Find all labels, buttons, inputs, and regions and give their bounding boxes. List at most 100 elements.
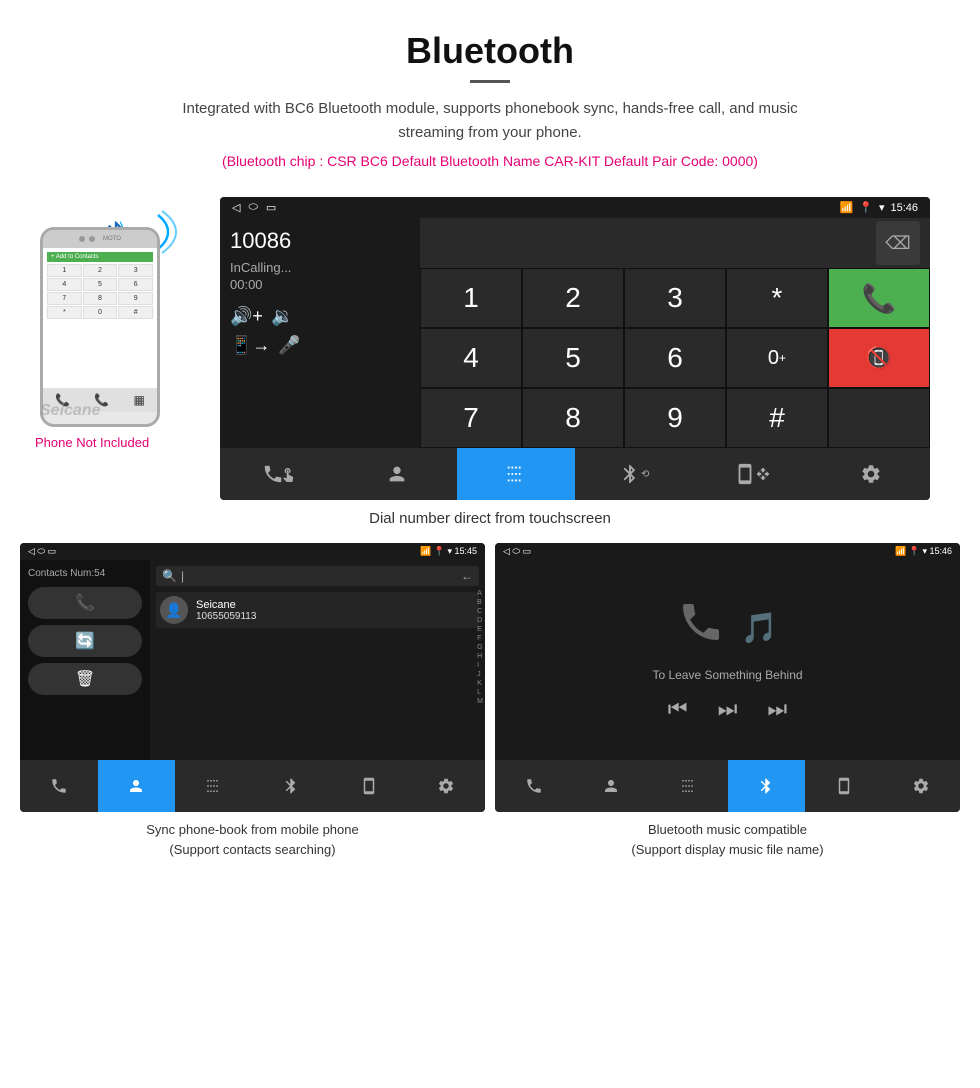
music-time: 15:46 xyxy=(929,546,952,556)
car-status-bar: ◁ ⬭ ▭ 📶 📍 ▾ 15:46 xyxy=(220,197,930,218)
transfer-icon[interactable]: 📱→ xyxy=(230,335,270,356)
key-1[interactable]: 1 xyxy=(420,268,522,328)
sync-btn[interactable]: 🔄 xyxy=(28,625,142,657)
contacts-caption-line2: (Support contacts searching) xyxy=(169,842,335,857)
key-9[interactable]: 9 xyxy=(624,388,726,448)
key-5[interactable]: 5 xyxy=(522,328,624,388)
wifi-icon: ▾ xyxy=(879,201,885,214)
status-left: ◁ ⬭ ▭ xyxy=(232,201,276,214)
contacts-search-bar[interactable]: 🔍 | ← xyxy=(156,566,479,586)
dial-number: 10086 xyxy=(230,228,410,254)
next-section-icon[interactable]: ⏭ xyxy=(718,696,738,722)
contacts-nav-bluetooth[interactable] xyxy=(253,760,331,812)
status-right: 📶 📍 ▾ 15:46 xyxy=(840,201,918,214)
music-phone-icon xyxy=(677,598,725,658)
music-screen-wrap: ◁ ⬭ ▭ 📶 📍 ▾ 15:46 🎵 To Leave Something B… xyxy=(495,543,960,863)
contact-item[interactable]: 👤 Seicane 10655059113 xyxy=(156,592,479,628)
key-end-call[interactable]: 📵 xyxy=(828,328,930,388)
key-4[interactable]: 4 xyxy=(420,328,522,388)
music-bottom-nav xyxy=(495,760,960,812)
car-screen-music: ◁ ⬭ ▭ 📶 📍 ▾ 15:46 🎵 To Leave Something B… xyxy=(495,543,960,812)
dial-timer: 00:00 xyxy=(230,277,410,292)
vol-up-icon[interactable]: 🔊+ xyxy=(230,306,263,327)
contacts-right-panel: 🔍 | ← 👤 Seicane 10655059113 xyxy=(150,560,485,760)
phone-top-bar: MOTO xyxy=(43,230,157,248)
nav-phone[interactable] xyxy=(220,448,338,500)
contacts-right: 🔍 | ← 👤 Seicane 10655059113 xyxy=(150,560,485,634)
bluetooth-info: (Bluetooth chip : CSR BC6 Default Blueto… xyxy=(20,153,960,169)
nav-transfer[interactable] xyxy=(693,448,811,500)
key-0plus[interactable]: 0+ xyxy=(726,328,828,388)
music-status-bar: ◁ ⬭ ▭ 📶 📍 ▾ 15:46 xyxy=(495,543,960,560)
contacts-caption-line1: Sync phone-book from mobile phone xyxy=(146,822,358,837)
bottom-nav: ⟲ xyxy=(220,448,930,500)
home-icon: ⬭ xyxy=(248,201,257,214)
key-7[interactable]: 7 xyxy=(420,388,522,448)
key-3[interactable]: 3 xyxy=(624,268,726,328)
signal-icon: 📶 xyxy=(840,201,854,214)
prev-track-icon[interactable]: ⏮ xyxy=(668,696,688,722)
key-6[interactable]: 6 xyxy=(624,328,726,388)
contacts-count: Contacts Num:54 xyxy=(28,568,142,579)
contacts-time: 15:45 xyxy=(454,546,477,556)
call-contact-btn[interactable]: 📞 xyxy=(28,587,142,619)
mic-icon[interactable]: 🎤 xyxy=(278,335,300,356)
nav-settings[interactable] xyxy=(812,448,930,500)
contacts-screen-wrap: ◁ ⬭ ▭ 📶 📍 ▾ 15:45 Contacts Num:54 📞 🔄 🗑 … xyxy=(20,543,485,863)
phone-not-included-label: Phone Not Included xyxy=(35,435,220,450)
key-call[interactable]: 📞 xyxy=(828,268,930,328)
seicane-watermark: Seicane xyxy=(40,402,100,420)
music-nav-phone[interactable] xyxy=(495,760,573,812)
music-nav-keypad[interactable] xyxy=(650,760,728,812)
search-icon: 🔍 xyxy=(162,569,177,583)
car-screen-contacts: ◁ ⬭ ▭ 📶 📍 ▾ 15:45 Contacts Num:54 📞 🔄 🗑 … xyxy=(20,543,485,812)
key-hash[interactable]: # xyxy=(726,388,828,448)
key-empty xyxy=(828,388,930,448)
nav-bluetooth[interactable]: ⟲ xyxy=(575,448,693,500)
nav-keypad[interactable] xyxy=(457,448,575,500)
nav-contacts[interactable] xyxy=(338,448,456,500)
contacts-nav-settings[interactable] xyxy=(408,760,486,812)
music-controls: ⏮ ⏭ ⏭ xyxy=(668,696,787,722)
key-2[interactable]: 2 xyxy=(522,268,624,328)
dial-controls-volume: 🔊+ 🔉 xyxy=(230,306,410,327)
recents-icon: ▭ xyxy=(266,201,276,214)
music-caption: Bluetooth music compatible (Support disp… xyxy=(495,812,960,863)
next-track-icon[interactable]: ⏭ xyxy=(767,696,787,722)
key-star[interactable]: * xyxy=(726,268,828,328)
phone-mockup-container: ⃝ MOTO + Add to Contacts 123 456 xyxy=(20,197,220,450)
music-nav-transfer[interactable] xyxy=(805,760,883,812)
delete-btn[interactable]: 🗑 xyxy=(28,663,142,695)
backspace-button[interactable]: ⌫ xyxy=(876,221,920,265)
car-screen-dial: ◁ ⬭ ▭ 📶 📍 ▾ 15:46 10086 InCalling... 00:… xyxy=(220,197,930,500)
backspace-search-icon[interactable]: ← xyxy=(461,569,473,583)
status-time: 15:46 xyxy=(890,202,918,214)
contact-info: Seicane 10655059113 xyxy=(196,599,256,622)
contacts-nav-transfer[interactable] xyxy=(330,760,408,812)
location-icon: 📍 xyxy=(859,201,873,214)
page-header: Bluetooth Integrated with BC6 Bluetooth … xyxy=(0,0,980,197)
music-caption-line2: (Support display music file name) xyxy=(631,842,823,857)
contacts-nav-contacts[interactable] xyxy=(98,760,176,812)
contacts-status-bar: ◁ ⬭ ▭ 📶 📍 ▾ 15:45 xyxy=(20,543,485,560)
contacts-status-right: 📶 📍 ▾ 15:45 xyxy=(420,546,477,557)
dial-caption: Dial number direct from touchscreen xyxy=(0,500,980,543)
vol-down-icon[interactable]: 🔉 xyxy=(271,306,293,327)
contact-avatar: 👤 xyxy=(160,596,188,624)
music-caption-line1: Bluetooth music compatible xyxy=(648,822,807,837)
dial-left: 10086 InCalling... 00:00 🔊+ 🔉 📱→ 🎤 xyxy=(220,218,420,448)
dial-body: 10086 InCalling... 00:00 🔊+ 🔉 📱→ 🎤 ⌫ xyxy=(220,218,930,448)
alpha-list: ABCDEFGHIJKLM xyxy=(477,590,483,705)
music-nav-settings[interactable] xyxy=(883,760,961,812)
dial-status: InCalling... xyxy=(230,260,410,275)
contacts-nav-phone[interactable] xyxy=(20,760,98,812)
music-nav-bluetooth[interactable] xyxy=(728,760,806,812)
music-note-icon: 🎵 xyxy=(741,611,778,646)
key-8[interactable]: 8 xyxy=(522,388,624,448)
contacts-left-panel: Contacts Num:54 📞 🔄 🗑 xyxy=(20,560,150,760)
bottom-screenshots: ◁ ⬭ ▭ 📶 📍 ▾ 15:45 Contacts Num:54 📞 🔄 🗑 … xyxy=(0,543,980,863)
contacts-nav-keypad[interactable] xyxy=(175,760,253,812)
music-body: 🎵 To Leave Something Behind ⏮ ⏭ ⏭ xyxy=(495,560,960,760)
contacts-status-left: ◁ ⬭ ▭ xyxy=(28,546,56,557)
music-nav-contacts[interactable] xyxy=(573,760,651,812)
